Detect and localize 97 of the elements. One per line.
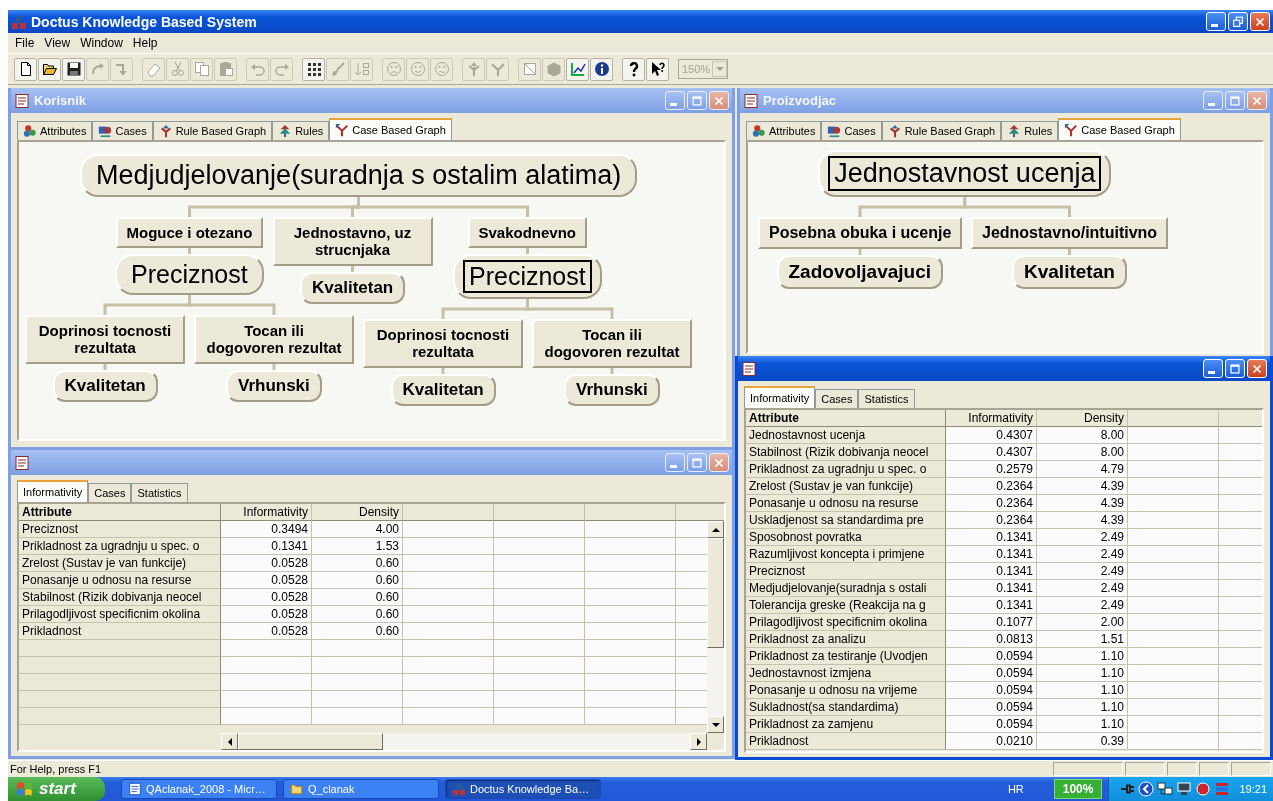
table-cell: 0.0528 (221, 623, 312, 640)
menu-item[interactable]: Help (127, 36, 163, 50)
table-cell: Tolerancija greske (Reakcija na g (746, 597, 946, 614)
tab[interactable]: Cases (815, 389, 859, 408)
menu-item[interactable]: Window (75, 36, 128, 50)
table-cell: 0.60 (312, 555, 403, 572)
table-cell: 0.0594 (946, 648, 1037, 665)
table-cell: 0.1341 (946, 597, 1037, 614)
table-cell: 2.49 (1037, 563, 1128, 580)
table-cell: Uskladjenost sa standardima pre (746, 512, 946, 529)
table-cell: 2.00 (1037, 614, 1128, 631)
table-cell: Preciznost (19, 521, 221, 538)
table-cell: Prilagodljivost specificnim okolina (746, 614, 946, 631)
table-cell: 8.00 (1037, 427, 1128, 444)
table-cell: Preciznost (746, 563, 946, 580)
clock: 19:21 (1239, 783, 1267, 795)
table-cell: Prilagodljivost specificnim okolina (19, 606, 221, 623)
table-cell: 0.60 (312, 589, 403, 606)
table-cell: 0.0594 (946, 665, 1037, 682)
table-cell: 0.0528 (221, 572, 312, 589)
table-cell: Ponasanje u odnosu na resurse (746, 495, 946, 512)
table-cell: 0.0210 (946, 733, 1037, 750)
table-cell: Zrelost (Sustav je van funkcije) (19, 555, 221, 572)
table-cell: Jednostavnost ucenja (746, 427, 946, 444)
tab[interactable]: Informativity (744, 386, 816, 408)
table-cell: 1.10 (1037, 665, 1128, 682)
table-cell: 0.4307 (946, 444, 1037, 461)
column-header[interactable]: Informativity (946, 410, 1037, 427)
table-cell: 1.10 (1037, 648, 1128, 665)
table-cell: 4.39 (1037, 495, 1128, 512)
table-cell: 1.51 (1037, 631, 1128, 648)
taskbar-button[interactable]: Q_clanak (283, 779, 439, 799)
table-cell: 0.0528 (221, 555, 312, 572)
table-cell: Ponasanje u odnosu na resurse (19, 572, 221, 589)
column-header[interactable]: Attribute (746, 410, 946, 427)
taskbar-button[interactable]: QAclanak_2008 - Micr… (121, 779, 277, 799)
table-cell: Prikladnost za analizu (746, 631, 946, 648)
table-cell: Prikladnost za ugradnju u spec. o (19, 538, 221, 555)
column-header[interactable]: Density (1037, 410, 1128, 427)
table-cell: 2.49 (1037, 546, 1128, 563)
table-cell: 8.00 (1037, 444, 1128, 461)
table-cell: Prikladnost za zamjenu (746, 716, 946, 733)
table-cell: 0.1077 (946, 614, 1037, 631)
window-title: Korisnik (34, 93, 86, 108)
table-cell: 0.0594 (946, 699, 1037, 716)
table-cell: 0.2364 (946, 478, 1037, 495)
table-cell: 0.4307 (946, 427, 1037, 444)
table-cell: Medjudjelovanje(suradnja s ostali (746, 580, 946, 597)
table-cell: 0.1341 (946, 529, 1037, 546)
tab[interactable]: Statistics (858, 389, 915, 408)
table-cell: 1.53 (312, 538, 403, 555)
table-cell: 0.2364 (946, 495, 1037, 512)
table-cell: 1.10 (1037, 699, 1128, 716)
table-cell: 0.0594 (946, 682, 1037, 699)
table-cell: 0.1341 (946, 546, 1037, 563)
menu-item[interactable]: View (39, 36, 76, 50)
table-cell: Ponasanje u odnosu na vrijeme (746, 682, 946, 699)
table-cell: 0.1341 (946, 580, 1037, 597)
table-cell: 0.0528 (221, 606, 312, 623)
table-cell: 4.79 (1037, 461, 1128, 478)
table-cell: 0.60 (312, 572, 403, 589)
table-cell: 0.3494 (221, 521, 312, 538)
table-cell: 2.49 (1037, 529, 1128, 546)
table-cell: Stabilnost (Rizik dobivanja neocel (746, 444, 946, 461)
table-cell: 1.10 (1037, 716, 1128, 733)
table-cell: 0.60 (312, 606, 403, 623)
table-cell: 0.2579 (946, 461, 1037, 478)
table-cell: Zrelost (Sustav je van funkcije) (746, 478, 946, 495)
table-cell: Sukladnost(sa standardima) (746, 699, 946, 716)
table-cell: 0.0594 (946, 716, 1037, 733)
table-cell: Sposobnost povratka (746, 529, 946, 546)
table-cell: 0.2364 (946, 512, 1037, 529)
window-title: Proizvodjac (763, 93, 836, 108)
table-cell: 0.39 (1037, 733, 1128, 750)
table-cell: 4.39 (1037, 512, 1128, 529)
taskbar-button[interactable]: Doctus Knowledge Ba… (445, 779, 601, 799)
table-cell: Prikladnost (19, 623, 221, 640)
table-cell: 4.00 (312, 521, 403, 538)
table-cell: 2.49 (1037, 597, 1128, 614)
status-text: For Help, press F1 (10, 763, 102, 775)
window-title: Doctus Knowledge Based System (31, 13, 257, 30)
table-cell: Prikladnost za testiranje (Uvodjen (746, 648, 946, 665)
table-cell: 1.10 (1037, 682, 1128, 699)
table-cell: 0.60 (312, 623, 403, 640)
table-cell: Prikladnost (746, 733, 946, 750)
table-cell: Prikladnost za ugradnju u spec. o (746, 461, 946, 478)
table-cell: Razumljivost koncepta i primjene (746, 546, 946, 563)
table-cell: Jednostavnost izmjena (746, 665, 946, 682)
table-cell: Stabilnost (Rizik dobivanja neocel (19, 589, 221, 606)
language-indicator[interactable]: HR (1007, 783, 1024, 795)
table-cell: 2.49 (1037, 580, 1128, 597)
menu-item[interactable]: File (10, 36, 40, 50)
table-cell: 0.0813 (946, 631, 1037, 648)
table-cell: 4.39 (1037, 478, 1128, 495)
table-cell: 0.1341 (946, 563, 1037, 580)
table-cell: 0.1341 (221, 538, 312, 555)
table-cell: 0.0528 (221, 589, 312, 606)
